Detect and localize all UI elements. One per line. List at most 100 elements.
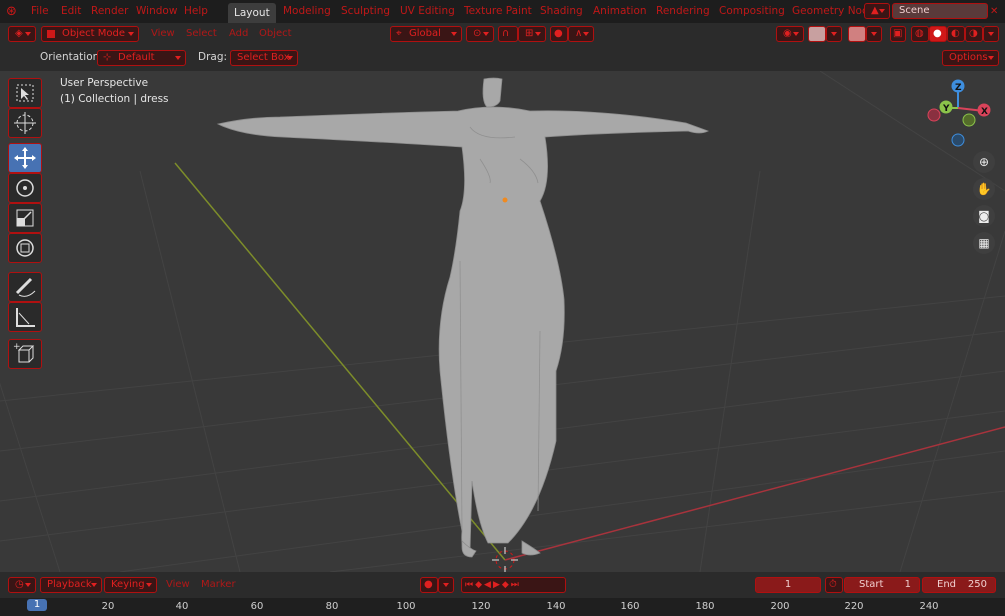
scene-name-field[interactable]: Scene	[892, 3, 988, 19]
gizmo-toggle[interactable]	[808, 26, 826, 42]
menu-render[interactable]: Render	[91, 0, 128, 23]
shading-rendered-button[interactable]: ◑	[965, 26, 983, 42]
keying-dropdown[interactable]: Keying	[104, 577, 157, 593]
snap-target-dropdown[interactable]: ⊞	[518, 26, 546, 42]
shading-dropdown[interactable]	[983, 26, 999, 42]
auto-keying-button[interactable]: ●	[420, 577, 438, 593]
overlays-toggle[interactable]	[848, 26, 866, 42]
gizmo-dropdown[interactable]	[826, 26, 842, 42]
menu-file[interactable]: File	[31, 0, 49, 23]
shading-wireframe-button[interactable]: ◍	[911, 26, 929, 42]
tab-texture-paint[interactable]: Texture Paint	[464, 0, 532, 23]
preview-range-toggle[interactable]: ⏱	[825, 577, 843, 593]
viewport-icon: ◈	[15, 28, 23, 39]
top-menu-bar: ⊛ File Edit Render Window Help Layout Mo…	[0, 0, 1005, 23]
ruler-tick: 80	[325, 601, 339, 612]
gizmo-x-label: X	[981, 107, 988, 117]
dress-mesh[interactable]	[216, 77, 710, 558]
timeline-menu-marker[interactable]: Marker	[201, 579, 236, 590]
viewport-scene: Z X Y	[0, 71, 1005, 572]
camera-icon[interactable]: ◙	[973, 205, 995, 227]
tool-annotate[interactable]	[8, 272, 42, 302]
3d-viewport[interactable]: Z X Y User Perspective (1) Collection | …	[0, 71, 1005, 572]
start-value: 1	[904, 579, 911, 590]
proportional-falloff-dropdown[interactable]: ∧	[568, 26, 594, 42]
transform-orientation-dropdown[interactable]: ⌖ Global	[390, 26, 462, 42]
zoom-icon[interactable]: ⊕	[973, 151, 995, 173]
blender-logo-icon[interactable]: ⊛	[6, 0, 17, 23]
tool-transform[interactable]	[8, 233, 42, 263]
material-sphere-icon: ◐	[951, 28, 960, 39]
xray-toggle[interactable]: ▣	[890, 26, 906, 42]
menu-window[interactable]: Window	[136, 0, 177, 23]
frame-end-field[interactable]: End 250	[922, 577, 996, 593]
drag-dropdown[interactable]: Select Box	[230, 50, 298, 66]
menu-edit[interactable]: Edit	[61, 0, 81, 23]
magnet-icon: ∩	[502, 28, 510, 39]
current-frame-field[interactable]: 1	[755, 577, 821, 593]
solid-sphere-icon: ●	[933, 28, 942, 39]
gizmo-z-label: Z	[955, 83, 962, 93]
orientation-axes-icon: ⊹	[103, 52, 112, 63]
overlays-dropdown[interactable]	[866, 26, 882, 42]
proportional-edit-icon: ●	[554, 28, 563, 39]
proportional-edit-toggle[interactable]: ●	[550, 26, 568, 42]
viewport-menu-select[interactable]: Select	[186, 28, 217, 39]
frame-start-field[interactable]: Start 1	[844, 577, 920, 593]
tab-layout[interactable]: Layout	[228, 3, 276, 23]
tool-select-box[interactable]	[8, 78, 42, 108]
orientation-dropdown[interactable]: ⊹ Default	[97, 50, 186, 66]
timeline-editor-type-button[interactable]: ◷	[8, 577, 36, 593]
editor-type-button[interactable]: ◈	[8, 26, 36, 42]
tab-shading[interactable]: Shading	[540, 0, 583, 23]
timeline-menu-view[interactable]: View	[166, 579, 190, 590]
tool-cursor[interactable]	[8, 108, 42, 138]
scene-selector-button[interactable]: ▲	[864, 3, 890, 19]
tool-scale[interactable]	[8, 203, 42, 233]
tab-animation[interactable]: Animation	[593, 0, 647, 23]
tool-move[interactable]	[8, 143, 42, 173]
orientation-label: Orientation:	[40, 51, 103, 63]
navigation-gizmo[interactable]: Z X Y	[927, 79, 991, 147]
auto-keying-dropdown[interactable]	[438, 577, 454, 593]
jump-end-icon[interactable]: ⏭	[511, 580, 521, 590]
shading-material-button[interactable]: ◐	[947, 26, 965, 42]
jump-start-icon[interactable]: ⏮	[465, 580, 475, 590]
play-reverse-icon[interactable]: ◀	[484, 580, 493, 590]
pan-hand-icon[interactable]: ✋	[973, 178, 995, 200]
tab-uv-editing[interactable]: UV Editing	[400, 0, 455, 23]
snap-toggle[interactable]: ∩	[498, 26, 518, 42]
scene-close-icon[interactable]: ✕	[990, 0, 998, 23]
ruler-tick: 140	[546, 601, 566, 612]
playhead-indicator[interactable]: 1	[27, 599, 47, 611]
play-icon[interactable]: ▶	[493, 580, 502, 590]
mode-label: Object Mode	[62, 28, 125, 39]
tool-measure[interactable]	[8, 302, 42, 332]
mode-dropdown[interactable]: Object Mode	[41, 26, 139, 42]
options-dropdown[interactable]: Options	[942, 50, 999, 66]
shading-solid-button[interactable]: ●	[929, 26, 947, 42]
xray-icon: ▣	[893, 28, 903, 39]
prev-keyframe-icon[interactable]: ◆	[475, 580, 484, 590]
tool-rotate[interactable]	[8, 173, 42, 203]
menu-help[interactable]: Help	[184, 0, 208, 23]
pivot-point-dropdown[interactable]: ⊙	[466, 26, 494, 42]
next-keyframe-icon[interactable]: ◆	[502, 580, 511, 590]
perspective-grid-icon[interactable]: ▦	[973, 232, 995, 254]
visibility-dropdown[interactable]: ◉	[776, 26, 804, 42]
tool-add-cube[interactable]: +	[8, 339, 42, 369]
viewport-menu-view[interactable]: View	[151, 28, 175, 39]
tab-modeling[interactable]: Modeling	[283, 0, 331, 23]
add-cube-icon: +	[13, 342, 35, 363]
ruler-tick: 20	[101, 601, 115, 612]
tab-compositing[interactable]: Compositing	[719, 0, 785, 23]
transform-orientation-label: Global	[409, 28, 441, 39]
tab-rendering[interactable]: Rendering	[656, 0, 710, 23]
viewport-menu-object[interactable]: Object	[259, 28, 292, 39]
playback-dropdown[interactable]: Playback	[40, 577, 102, 593]
end-value: 250	[967, 579, 987, 590]
tab-sculpting[interactable]: Sculpting	[341, 0, 390, 23]
viewport-menu-add[interactable]: Add	[229, 28, 248, 39]
transform-icon	[16, 239, 34, 257]
tab-geometry-nodes[interactable]: Geometry Noc	[792, 0, 868, 23]
